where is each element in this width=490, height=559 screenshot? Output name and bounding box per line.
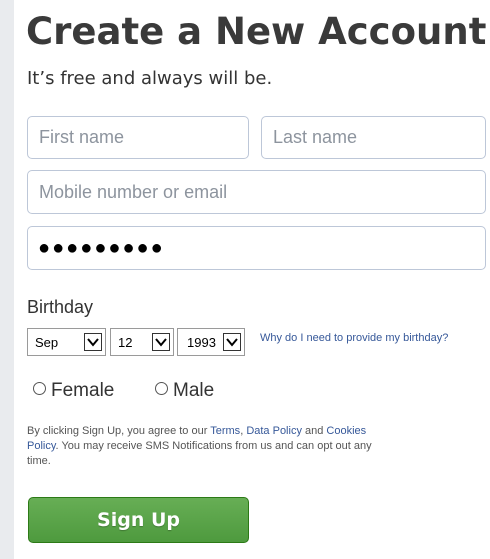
data-policy-link[interactable]: Data Policy xyxy=(246,425,302,437)
chevron-down-icon xyxy=(84,333,102,351)
birthday-day-value: 12 xyxy=(118,335,133,350)
terms-link[interactable]: Terms xyxy=(210,425,240,437)
mobile-or-email-input[interactable] xyxy=(27,170,486,214)
male-radio[interactable] xyxy=(155,382,168,396)
chevron-down-icon xyxy=(223,333,241,351)
sign-up-button[interactable]: Sign Up xyxy=(28,497,249,543)
birthday-month-value: Sep xyxy=(35,335,59,350)
gender-female-option[interactable]: Female xyxy=(33,380,114,406)
birthday-year-value: 1993 xyxy=(187,335,216,350)
birthday-why-link[interactable]: Why do I need to provide my birthday? xyxy=(260,331,450,345)
birthday-day-select[interactable]: 12 xyxy=(110,328,174,356)
male-label: Male xyxy=(173,380,215,401)
page-subtitle: It’s free and always will be. xyxy=(27,68,273,89)
terms-sep2: and xyxy=(301,425,327,437)
terms-suffix: . You may receive SMS Notifications from… xyxy=(27,440,372,467)
birthday-year-select[interactable]: 1993 xyxy=(177,328,245,356)
password-mask: ●●●●●●●●● xyxy=(38,237,165,259)
chevron-down-icon xyxy=(152,333,170,351)
female-label: Female xyxy=(51,380,115,401)
terms-prefix: By clicking Sign Up, you agree to our xyxy=(27,425,211,437)
female-radio[interactable] xyxy=(33,382,46,396)
terms-notice: By clicking Sign Up, you agree to our Te… xyxy=(27,424,387,469)
page-title: Create a New Account xyxy=(26,10,487,53)
first-name-input[interactable] xyxy=(27,116,249,159)
birthday-month-select[interactable]: Sep xyxy=(27,328,106,356)
birthday-label: Birthday xyxy=(27,297,94,317)
gender-male-option[interactable]: Male xyxy=(155,380,214,406)
password-input[interactable]: ●●●●●●●●● xyxy=(27,226,486,270)
last-name-input[interactable] xyxy=(261,116,486,159)
